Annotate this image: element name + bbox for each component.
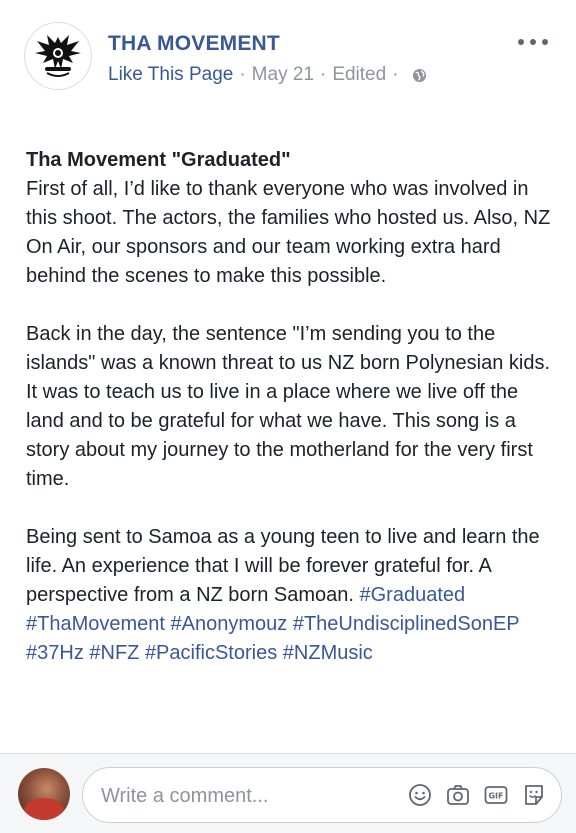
hashtag-link[interactable]: #Anonymouz xyxy=(171,613,288,635)
globe-icon[interactable] xyxy=(412,68,427,83)
comment-input[interactable] xyxy=(99,768,383,824)
edited-label[interactable]: Edited xyxy=(332,64,386,86)
meta-separator: · xyxy=(319,64,327,85)
hashtag-link[interactable]: #Graduated xyxy=(359,584,465,606)
comment-icons: GIF xyxy=(407,781,547,809)
post-text-2: Back in the day, the sentence "I’m sendi… xyxy=(26,323,551,490)
post-date[interactable]: May 21 xyxy=(252,64,314,86)
hashtag-link[interactable]: #NFZ xyxy=(89,642,139,664)
post-paragraph-3: Being sent to Samoa as a young teen to l… xyxy=(26,523,556,668)
post-paragraph-1: Tha Movement "Graduated" First of all, I… xyxy=(26,146,556,291)
page-avatar[interactable] xyxy=(24,22,92,90)
post-title: Tha Movement "Graduated" xyxy=(26,149,291,171)
post-meta: Like This Page · May 21 · Edited · xyxy=(108,64,427,86)
sticker-icon[interactable] xyxy=(521,782,547,808)
comment-box[interactable]: GIF xyxy=(82,767,562,824)
page-logo-icon xyxy=(26,24,90,88)
more-dot xyxy=(530,39,536,45)
more-dot xyxy=(518,39,524,45)
hashtag-link[interactable]: #PacificStories xyxy=(145,642,277,664)
post-body: Tha Movement "Graduated" First of all, I… xyxy=(26,146,556,697)
emoji-icon[interactable] xyxy=(407,782,433,808)
hashtag-link[interactable]: #ThaMovement xyxy=(26,613,165,635)
like-page-link[interactable]: Like This Page xyxy=(108,64,233,86)
camera-icon[interactable] xyxy=(445,782,471,808)
comment-bar: GIF xyxy=(0,753,576,833)
hashtag-link[interactable]: #NZMusic xyxy=(283,642,373,664)
more-dot xyxy=(542,39,548,45)
more-options-icon[interactable] xyxy=(518,32,548,52)
hashtag-link[interactable]: #TheUndisciplinedSonEP xyxy=(293,613,519,635)
post-paragraph-2: Back in the day, the sentence "I’m sendi… xyxy=(26,320,556,494)
page-name-link[interactable]: THA MOVEMENT xyxy=(108,32,280,56)
meta-separator: · xyxy=(392,64,399,85)
user-avatar[interactable] xyxy=(18,768,70,820)
gif-icon[interactable]: GIF xyxy=(483,782,509,808)
meta-separator: · xyxy=(239,64,246,85)
post-header: THA MOVEMENT Like This Page · May 21 · E… xyxy=(24,22,556,92)
hashtag-link[interactable]: #37Hz xyxy=(26,642,84,664)
svg-text:GIF: GIF xyxy=(488,792,503,801)
post-text-1: First of all, I’d like to thank everyone… xyxy=(26,178,551,287)
